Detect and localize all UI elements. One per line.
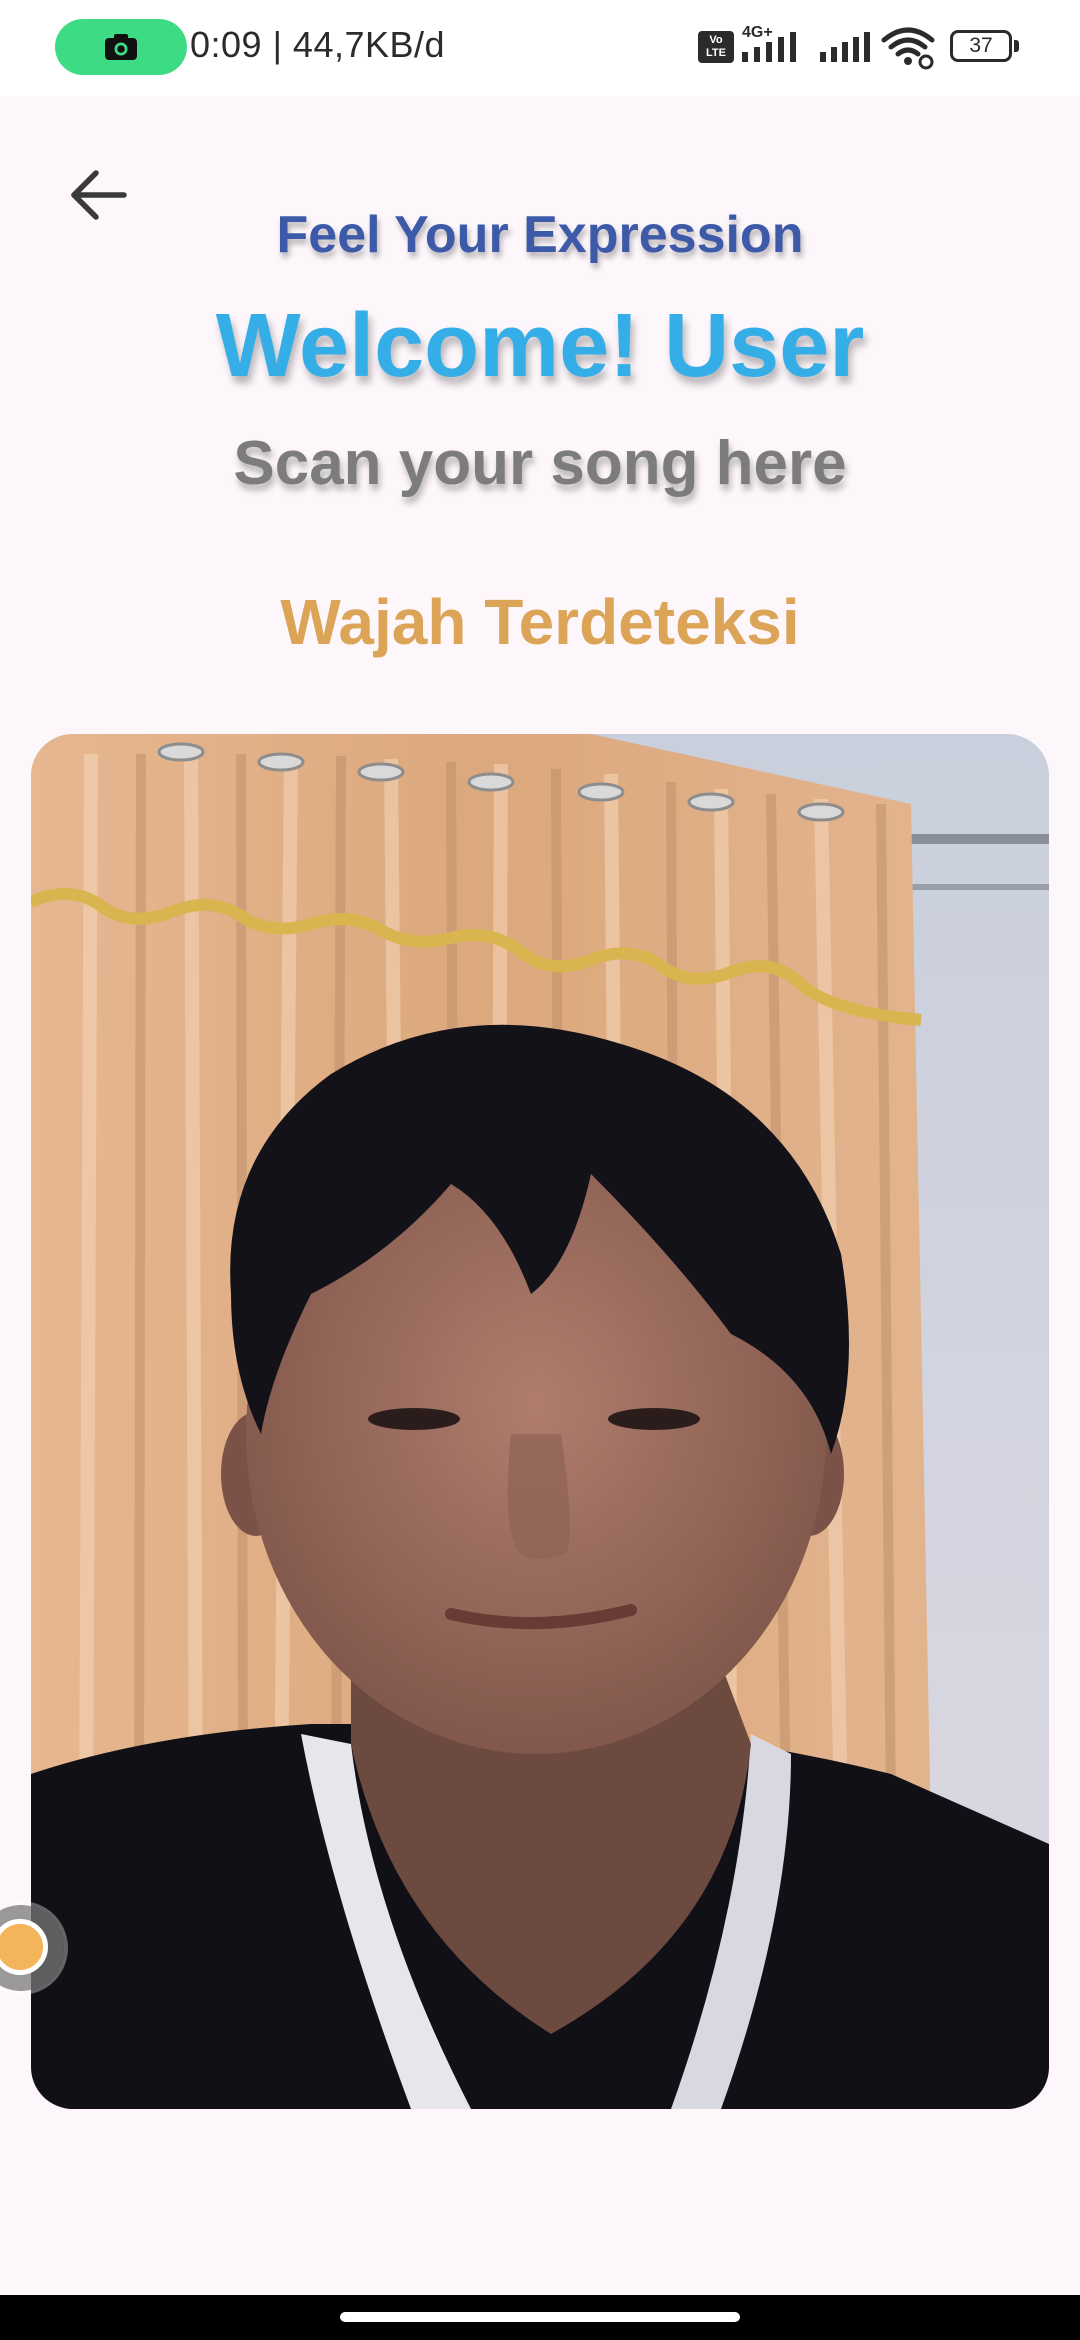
subtitle: Scan your song here — [233, 429, 847, 498]
face-detected-status: Wajah Terdeteksi — [280, 586, 800, 658]
welcome-title: Welcome! User — [215, 296, 865, 396]
home-indicator[interactable] — [340, 2312, 740, 2322]
battery-icon: 37 — [950, 30, 1012, 62]
volte-icon: Vo LTE — [698, 31, 734, 63]
camera-preview[interactable] — [31, 734, 1049, 2109]
camera-icon — [105, 34, 137, 60]
tagline: Feel Your Expression — [276, 206, 804, 264]
battery-tip — [1014, 40, 1019, 52]
floating-ball-icon — [0, 1919, 48, 1975]
camera-feed-image — [31, 734, 1049, 2109]
signal-strength-icon — [742, 32, 796, 62]
wifi-icon — [881, 27, 935, 70]
status-bar: 0:09 | 44,7KB/d Vo LTE 4G+ 37 — [0, 0, 1080, 96]
signal-strength-icon-2 — [820, 32, 870, 62]
navigation-bar — [0, 2295, 1080, 2340]
status-time-speed: 0:09 | 44,7KB/d — [190, 24, 446, 65]
screen-recording-indicator[interactable] — [55, 19, 187, 75]
